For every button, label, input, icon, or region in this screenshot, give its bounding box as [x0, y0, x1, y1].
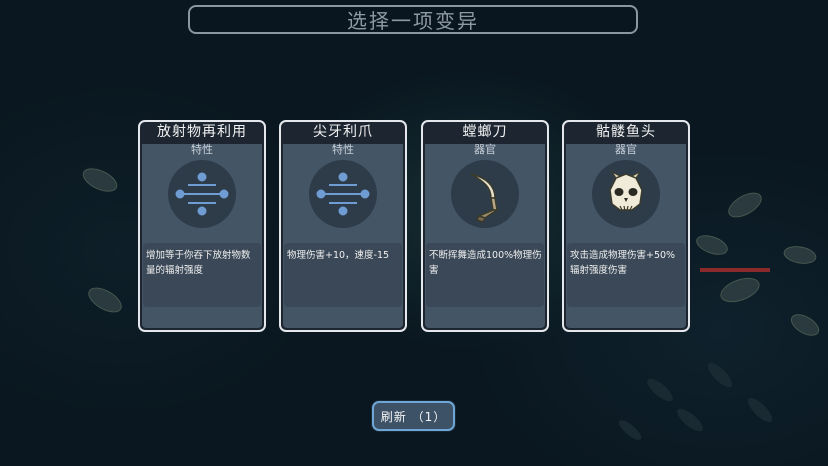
refresh-button-label: 刷新 （1） [380, 409, 447, 424]
card-description-panel: 物理伤害+10，速度-15 [284, 243, 402, 307]
mutation-card-2[interactable]: 尖牙利爪 特性 物理伤害+10，速度-15 [279, 120, 407, 332]
card-description: 不断挥舞造成100%物理伤害 [429, 250, 542, 276]
card-description: 物理伤害+10，速度-15 [287, 250, 390, 261]
skull-fish-head-icon [592, 160, 660, 228]
card-description: 攻击造成物理伤害+50%辐射强度伤害 [570, 250, 676, 276]
card-type-label: 器官 [615, 143, 637, 156]
card-description-panel: 增加等于你吞下放射物数量的辐射强度 [143, 243, 261, 307]
trait-icon [168, 160, 236, 228]
mantis-blade-icon [451, 160, 519, 228]
card-description-panel: 不断挥舞造成100%物理伤害 [426, 243, 544, 307]
card-type-label: 器官 [474, 143, 496, 156]
card-description-panel: 攻击造成物理伤害+50%辐射强度伤害 [567, 243, 685, 307]
title-banner: 选择一项变异 [188, 5, 638, 34]
card-title: 螳螂刀 [462, 124, 508, 140]
mutation-card-4[interactable]: 骷髅鱼头 器官 攻击造成物理伤害+50%辐射强度伤害 [562, 120, 690, 332]
card-type-label: 特性 [332, 143, 354, 156]
page-title: 选择一项变异 [347, 9, 479, 33]
card-title: 尖牙利爪 [313, 124, 373, 140]
mutation-card-3[interactable]: 螳螂刀 器官 不断挥舞造成100%物理伤害 [421, 120, 549, 332]
card-title: 放射物再利用 [157, 124, 247, 140]
card-type-label: 特性 [191, 143, 213, 156]
card-title: 骷髅鱼头 [596, 124, 656, 140]
card-description: 增加等于你吞下放射物数量的辐射强度 [146, 250, 251, 276]
background-fish-school [82, 168, 820, 440]
refresh-button[interactable]: 刷新 （1） [372, 401, 455, 431]
trait-icon [309, 160, 377, 228]
mutation-card-1[interactable]: 放射物再利用 特性 增加等于你吞下放射物数量的辐射强度 [138, 120, 266, 332]
